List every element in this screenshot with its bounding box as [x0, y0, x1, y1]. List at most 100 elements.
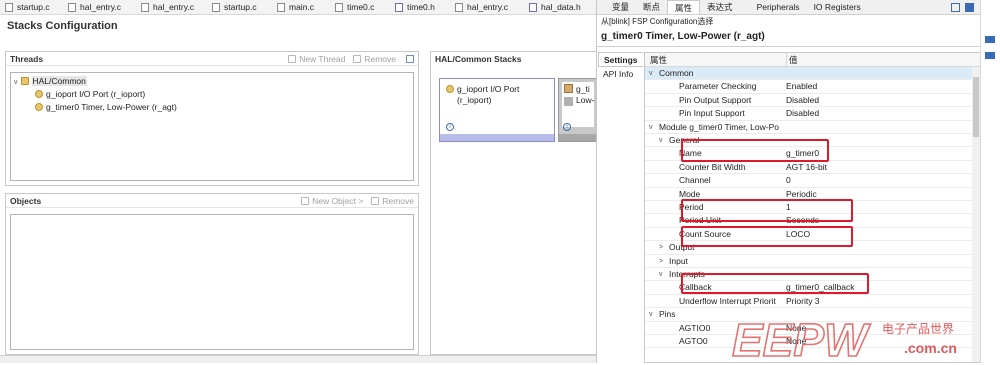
tree-item-ioport[interactable]: g_ioport I/O Port (r_ioport) — [35, 88, 145, 100]
info-icon[interactable]: i — [446, 123, 454, 131]
editor-tab[interactable]: hal_entry.c — [136, 0, 207, 15]
view-tab-bar: 变量 断点 属性 表达式 Peripherals IO Registers — [597, 0, 980, 15]
file-icon — [68, 3, 76, 12]
new-thread-icon — [288, 54, 297, 63]
bottom-tab-strip — [0, 355, 596, 363]
file-icon — [395, 3, 403, 12]
editor-tab[interactable]: hal_entry.c — [63, 0, 136, 15]
info-icon[interactable]: i — [563, 123, 571, 131]
properties-view: 变量 断点 属性 表达式 Peripherals IO Registers 从[blink… — [596, 0, 981, 363]
threads-tree: v HAL/Common g_ioport I/O Port (r_ioport)… — [10, 72, 414, 181]
property-key: Underflow Interrupt Priorit — [679, 295, 776, 306]
file-icon — [5, 3, 13, 12]
remove-thread-button[interactable]: Remove — [353, 54, 396, 64]
expand-arrow-icon[interactable]: v — [649, 121, 653, 134]
right-trim-bar — [980, 0, 1000, 363]
property-key: Parameter Checking — [679, 81, 757, 92]
file-icon — [277, 3, 285, 12]
side-tabs: Settings API Info — [598, 52, 643, 82]
view-tab[interactable]: IO Registers — [807, 0, 868, 14]
collapsed-arrow-icon[interactable]: > — [659, 241, 663, 254]
property-row[interactable]: > Input — [645, 255, 975, 268]
property-value[interactable]: Enabled — [786, 80, 971, 93]
property-key: Common — [659, 68, 694, 78]
view-tab[interactable]: Peripherals — [750, 0, 807, 14]
property-row[interactable]: Underflow Interrupt Priorit Priority 3 — [645, 295, 975, 309]
new-object-button[interactable]: New Object > — [301, 196, 363, 206]
editor-tab[interactable]: startup.c — [207, 0, 272, 15]
outline-icon[interactable] — [985, 36, 995, 43]
collapse-icon[interactable] — [406, 54, 414, 63]
ioport-stack-card[interactable]: g_ioport I/O Port (r_ioport) i — [439, 78, 555, 142]
objects-panel: Objects New Object > Remove — [5, 193, 419, 355]
remove-icon — [371, 196, 380, 205]
tab-api-info[interactable]: API Info — [598, 67, 643, 82]
highlight-callback-row — [681, 273, 869, 294]
minimize-view-icon[interactable] — [951, 3, 960, 12]
view-tab[interactable]: 变量 — [605, 0, 636, 14]
new-thread-button[interactable]: New Thread — [288, 54, 345, 64]
property-row[interactable]: Pin Input Support Disabled — [645, 107, 975, 121]
expand-arrow-icon[interactable]: v — [659, 268, 663, 281]
property-key: Pin Output Support — [679, 94, 752, 105]
new-object-icon — [301, 196, 310, 205]
editor-tab[interactable]: time0.c — [330, 0, 390, 15]
property-table-header: 属性 值 — [645, 53, 980, 67]
properties-title: g_timer0 Timer, Low-Power (r_agt) — [601, 31, 765, 42]
stacks-configuration-title: Stacks Configuration — [7, 20, 118, 32]
placeholder-icon — [564, 97, 573, 106]
tree-root-hal-common[interactable]: v HAL/Common — [14, 75, 87, 87]
view-tab[interactable]: 断点 — [636, 0, 667, 14]
property-value[interactable]: 0 — [786, 174, 971, 187]
collapsed-arrow-icon[interactable]: > — [659, 255, 663, 268]
property-value[interactable]: Disabled — [786, 94, 971, 107]
console-icon[interactable] — [985, 52, 995, 59]
editor-tab[interactable]: hal_entry.c — [450, 0, 524, 15]
property-key: Module g_timer0 Timer, Low-Po — [659, 121, 779, 132]
property-row[interactable]: v Common — [645, 67, 975, 81]
property-row[interactable]: Channel 0 — [645, 174, 975, 188]
property-value[interactable]: Disabled — [786, 107, 971, 120]
file-icon — [529, 3, 537, 12]
objects-title: Objects — [10, 195, 42, 206]
view-tab[interactable]: 表达式 — [700, 0, 740, 14]
threads-title: Threads — [10, 53, 44, 64]
gear-icon — [35, 103, 43, 111]
property-key: Input — [669, 255, 688, 266]
remove-object-button[interactable]: Remove — [371, 196, 414, 206]
highlight-count-source-row — [681, 226, 853, 247]
remove-icon — [353, 54, 362, 63]
property-key: Counter Bit Width — [679, 161, 746, 172]
property-value[interactable]: AGT 16-bit — [786, 161, 971, 174]
expand-arrow-icon: v — [14, 79, 18, 86]
svg-text:EEPW: EEPW — [732, 318, 871, 363]
tab-settings[interactable]: Settings — [598, 52, 643, 67]
expand-arrow-icon[interactable]: v — [659, 134, 663, 147]
grid-icon — [564, 84, 573, 93]
file-icon — [455, 3, 463, 12]
hal-stacks-title: HAL/Common Stacks — [435, 54, 522, 64]
editor-tab[interactable]: hal_data.h — [524, 0, 584, 15]
file-icon — [141, 3, 149, 12]
expand-arrow-icon[interactable]: v — [649, 308, 653, 321]
property-row[interactable]: Pin Output Support Disabled — [645, 94, 975, 108]
maximize-view-icon[interactable] — [965, 3, 974, 12]
property-row[interactable]: Counter Bit Width AGT 16-bit — [645, 161, 975, 175]
view-tab[interactable]: 属性 — [667, 0, 701, 14]
property-value[interactable]: Priority 3 — [786, 295, 971, 308]
watermark: EEPW 电子产品世界 .com.cn — [731, 313, 980, 365]
objects-list — [10, 214, 414, 350]
editor-tab[interactable]: startup.c — [0, 0, 63, 15]
tree-item-timer0[interactable]: g_timer0 Timer, Low-Power (r_agt) — [35, 101, 177, 113]
property-row[interactable]: Parameter Checking Enabled — [645, 80, 975, 94]
expand-arrow-icon[interactable]: v — [649, 67, 653, 80]
gear-icon — [35, 90, 43, 98]
highlight-period-rows — [681, 199, 853, 222]
timer0-stack-card[interactable]: g_ti Low- i — [558, 78, 598, 142]
property-row[interactable]: v Module g_timer0 Timer, Low-Po — [645, 121, 975, 134]
file-icon — [212, 3, 220, 12]
editor-tab[interactable]: main.c — [272, 0, 330, 15]
hal-common-stacks-panel: HAL/Common Stacks g_ioport I/O Port (r_i… — [430, 51, 598, 355]
editor-tab[interactable]: time0.h — [390, 0, 450, 15]
property-key: Channel — [679, 175, 711, 186]
